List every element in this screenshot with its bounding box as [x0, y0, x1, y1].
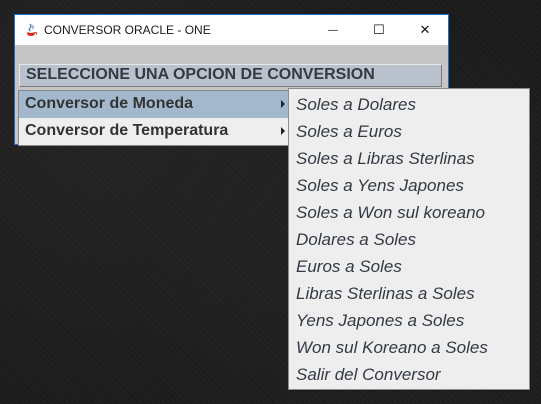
submenu-item-soles-libras[interactable]: Soles a Libras Sterlinas [296, 145, 526, 172]
window-title: CONVERSOR ORACLE - ONE [44, 23, 211, 37]
minimize-icon: — [328, 24, 338, 36]
submenu-item-soles-dolares[interactable]: Soles a Dolares [296, 91, 526, 118]
menu-item-temperature-converter[interactable]: Conversor de Temperatura [19, 118, 289, 145]
title-bar[interactable]: CONVERSOR ORACLE - ONE — ☐ ✕ [15, 15, 448, 45]
close-icon: ✕ [419, 22, 431, 37]
submenu-item-dolares-soles[interactable]: Dolares a Soles [296, 226, 526, 253]
submenu-item-won-soles[interactable]: Won sul Koreano a Soles [296, 334, 526, 361]
minimize-button[interactable]: — [310, 15, 356, 45]
menu-header-label: SELECCIONE UNA OPCION DE CONVERSION [26, 66, 375, 83]
currency-submenu: Soles a Dolares Soles a Euros Soles a Li… [288, 88, 530, 390]
submenu-item-soles-euros[interactable]: Soles a Euros [296, 118, 526, 145]
menu-item-currency-converter[interactable]: Conversor de Moneda [19, 91, 289, 118]
submenu-item-yens-soles[interactable]: Yens Japones a Soles [296, 307, 526, 334]
submenu-arrow-icon [281, 100, 285, 108]
conversion-menu-popup: Conversor de Moneda Conversor de Tempera… [18, 90, 290, 146]
submenu-arrow-icon [281, 127, 285, 135]
maximize-icon: ☐ [373, 22, 385, 37]
close-button[interactable]: ✕ [402, 15, 448, 45]
conversion-menu-header[interactable]: SELECCIONE UNA OPCION DE CONVERSION [19, 64, 442, 87]
menu-item-label: Conversor de Moneda [25, 95, 194, 112]
menu-item-label: Conversor de Temperatura [25, 122, 229, 139]
submenu-item-soles-won[interactable]: Soles a Won sul koreano [296, 199, 526, 226]
submenu-item-libras-soles[interactable]: Libras Sterlinas a Soles [296, 280, 526, 307]
submenu-item-soles-yens[interactable]: Soles a Yens Japones [296, 172, 526, 199]
maximize-button[interactable]: ☐ [356, 15, 402, 45]
java-app-icon [24, 22, 38, 38]
submenu-item-euros-soles[interactable]: Euros a Soles [296, 253, 526, 280]
submenu-item-exit[interactable]: Salir del Conversor [296, 361, 526, 388]
